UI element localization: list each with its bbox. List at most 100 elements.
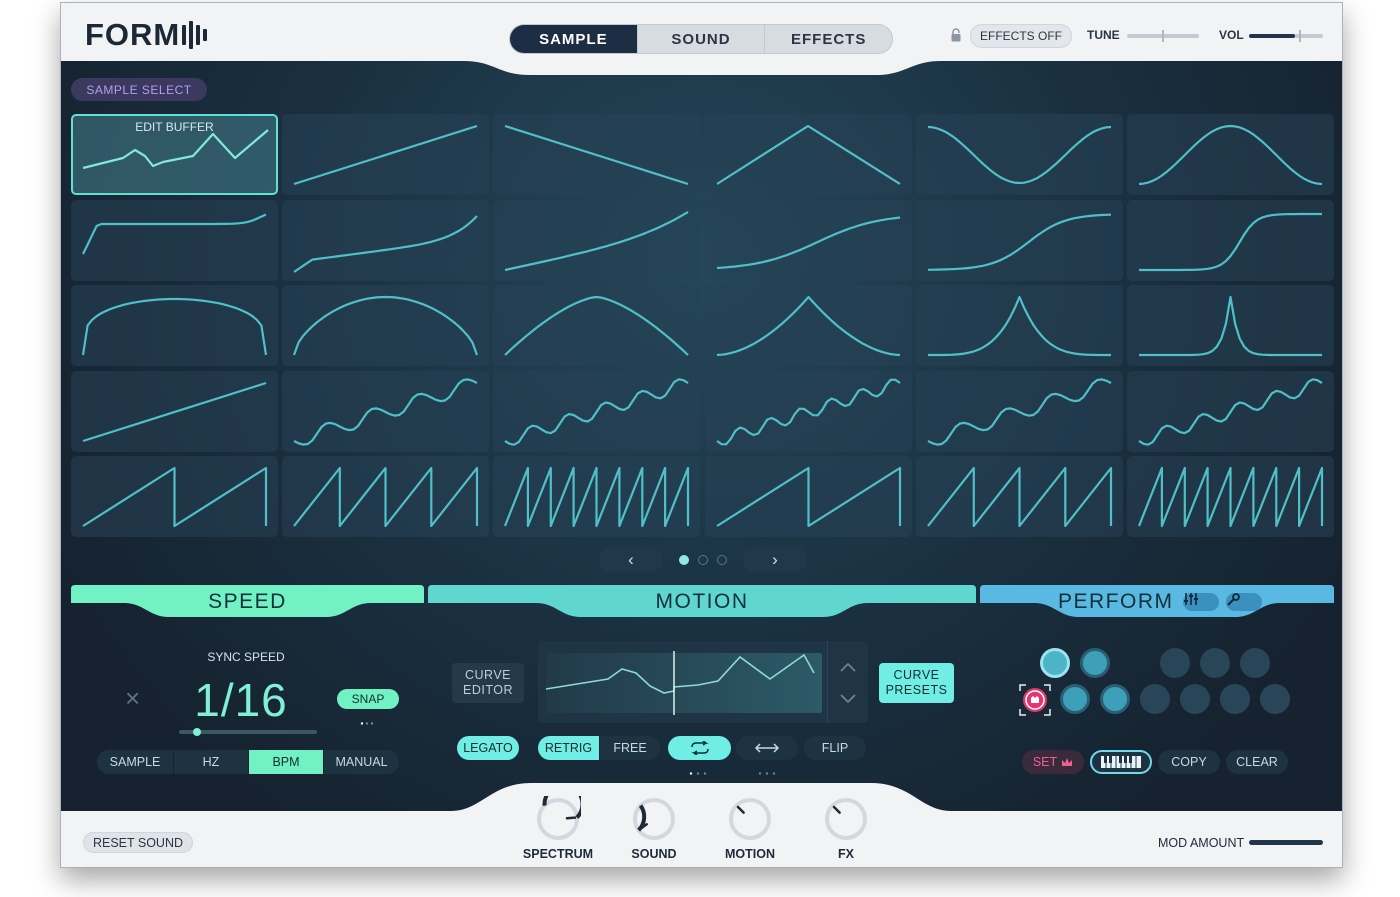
free-option[interactable]: FREE	[599, 736, 660, 760]
waveform-curve	[505, 210, 689, 271]
tab-effects[interactable]: EFFECTS	[764, 25, 892, 53]
tune-slider[interactable]	[1127, 30, 1199, 42]
pad-5[interactable]	[1240, 648, 1270, 678]
waveform-curve	[1138, 124, 1323, 186]
retrig-free-selector: RETRIG FREE	[538, 736, 660, 760]
mode-manual[interactable]: MANUAL	[323, 750, 399, 774]
lock-icon[interactable]	[951, 28, 961, 42]
chevron-up-icon[interactable]	[840, 662, 856, 672]
pad-6[interactable]	[1060, 684, 1090, 714]
flip-button[interactable]: FLIP	[804, 736, 866, 760]
tab-sound[interactable]: SOUND	[636, 25, 765, 53]
waveform-cell[interactable]	[704, 285, 912, 366]
waveform-cell[interactable]	[704, 456, 912, 537]
waveform-cell[interactable]	[704, 370, 912, 452]
spectrum-knob[interactable]	[535, 796, 581, 842]
loop-mode-dots	[688, 762, 710, 775]
waveform-cell[interactable]	[71, 199, 278, 281]
waveform-cell[interactable]	[915, 285, 1123, 366]
motion-knob[interactable]	[727, 796, 773, 842]
sample-select-button[interactable]: SAMPLE SELECT	[71, 78, 207, 101]
mode-sample[interactable]: SAMPLE	[97, 750, 173, 774]
pad-10[interactable]	[1220, 684, 1250, 714]
pad-2[interactable]	[1080, 648, 1110, 678]
waveform-cell[interactable]	[493, 114, 701, 195]
speed-title: SPEED	[208, 590, 287, 613]
direction-button[interactable]	[736, 736, 798, 760]
waveform-curve	[293, 124, 478, 186]
waveform-cell[interactable]	[1127, 114, 1334, 195]
snap-toggle[interactable]: SNAP	[337, 689, 399, 709]
waveform-cell[interactable]	[493, 199, 701, 281]
wrench-icon	[1227, 593, 1240, 606]
waveform-curve	[82, 466, 268, 528]
waveform-curve	[82, 381, 267, 442]
mixer-button[interactable]	[1183, 593, 1219, 611]
settings-button[interactable]	[1226, 593, 1262, 611]
page-dot-3[interactable]	[717, 555, 727, 565]
page-dot-2[interactable]	[698, 555, 708, 565]
waveform-cell[interactable]	[71, 285, 278, 366]
edit-buffer-cell[interactable]: EDIT BUFFER	[71, 114, 278, 195]
perform-section-header: PERFORM	[980, 585, 1334, 618]
waveform-cell[interactable]	[1127, 456, 1334, 537]
speed-slider-handle[interactable]	[193, 728, 201, 736]
waveform-cell[interactable]	[1127, 199, 1334, 281]
sound-knob[interactable]	[631, 796, 677, 842]
clear-button[interactable]: CLEAR	[1226, 750, 1288, 774]
waveform-cell[interactable]	[704, 199, 912, 281]
waveform-cell[interactable]	[493, 370, 701, 452]
curve-presets-line2: PRESETS	[885, 683, 948, 697]
set-button[interactable]: SET	[1022, 750, 1084, 774]
pad-11[interactable]	[1260, 684, 1290, 714]
waveform-cell[interactable]	[915, 456, 1123, 537]
waveform-curve	[927, 377, 1112, 446]
vol-label: VOL	[1219, 28, 1244, 42]
mode-bpm[interactable]: BPM	[248, 750, 323, 774]
loop-mode-button[interactable]	[668, 736, 731, 760]
speed-value[interactable]: 1/16	[176, 673, 306, 727]
waveform-cell[interactable]	[71, 456, 278, 537]
pad-8[interactable]	[1140, 684, 1170, 714]
waveform-cell[interactable]	[282, 114, 490, 195]
waveform-cell[interactable]	[915, 199, 1123, 281]
copy-button[interactable]: COPY	[1158, 750, 1220, 774]
waveform-cell[interactable]	[282, 456, 490, 537]
curve-presets-button[interactable]: CURVE PRESETS	[879, 663, 954, 703]
waveform-cell[interactable]	[915, 370, 1123, 452]
waveform-cell[interactable]	[282, 285, 490, 366]
pad-9[interactable]	[1180, 684, 1210, 714]
fx-knob[interactable]	[823, 796, 869, 842]
next-page-button[interactable]: ›	[743, 548, 807, 572]
pad-3[interactable]	[1160, 648, 1190, 678]
waveform-cell[interactable]	[1127, 370, 1334, 452]
waveform-cell[interactable]	[915, 114, 1123, 195]
vol-slider-fill	[1249, 34, 1295, 38]
chevron-down-icon[interactable]	[840, 694, 856, 704]
tab-sample[interactable]: SAMPLE	[510, 25, 637, 53]
waveform-cell[interactable]	[493, 456, 701, 537]
reset-sound-button[interactable]: RESET SOUND	[83, 832, 193, 853]
mod-amount-slider[interactable]	[1249, 840, 1323, 845]
curve-editor-button[interactable]: CURVE EDITOR	[452, 663, 524, 703]
pad-1[interactable]	[1040, 648, 1070, 678]
waveform-cell[interactable]	[282, 370, 490, 452]
pad-4[interactable]	[1200, 648, 1230, 678]
mode-hz[interactable]: HZ	[173, 750, 248, 774]
page-dot-1[interactable]	[679, 555, 689, 565]
motion-curve-display[interactable]	[538, 641, 868, 723]
waveform-cell[interactable]	[1127, 285, 1334, 366]
keyboard-button[interactable]	[1090, 750, 1152, 774]
pad-7[interactable]	[1100, 684, 1130, 714]
effects-off-button[interactable]: EFFECTS OFF	[970, 24, 1072, 48]
retrig-option[interactable]: RETRIG	[538, 736, 599, 760]
waveform-cell[interactable]	[493, 285, 701, 366]
close-icon[interactable]: ×	[125, 685, 145, 711]
waveform-cell[interactable]	[71, 370, 278, 452]
legato-toggle[interactable]: LEGATO	[457, 736, 519, 760]
vol-slider[interactable]	[1249, 30, 1323, 42]
prev-page-button[interactable]: ‹	[599, 548, 663, 572]
waveform-cell[interactable]	[704, 114, 912, 195]
record-pad[interactable]	[1019, 684, 1051, 716]
waveform-cell[interactable]	[282, 199, 490, 281]
